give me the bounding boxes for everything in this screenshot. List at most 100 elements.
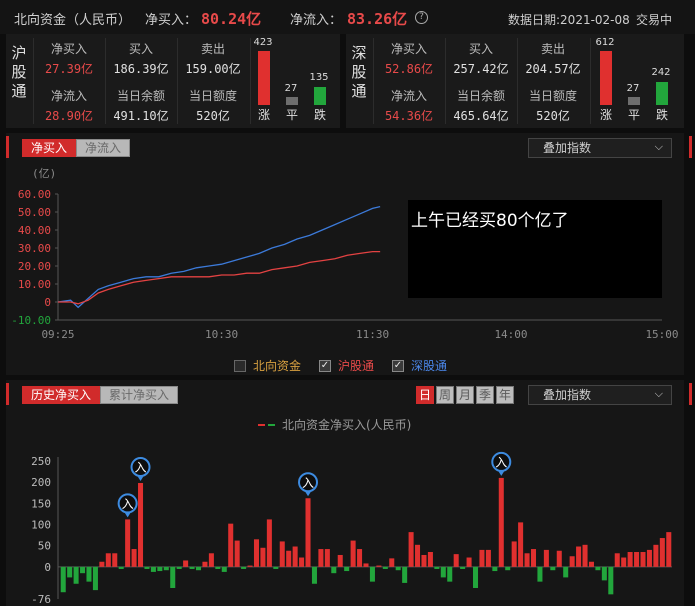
history-bar[interactable]: [556, 550, 562, 567]
history-bar[interactable]: [646, 549, 652, 567]
history-bar[interactable]: [395, 566, 401, 571]
history-bar[interactable]: [144, 566, 150, 569]
legend-north[interactable]: 北向资金: [234, 357, 301, 374]
history-bar[interactable]: [337, 554, 343, 567]
history-bar[interactable]: [563, 566, 569, 578]
history-bar[interactable]: [67, 566, 73, 578]
legend-sz-checkbox[interactable]: ✓: [392, 359, 404, 372]
inflow-marker-icon[interactable]: 入: [130, 457, 151, 482]
history-bar[interactable]: [363, 563, 369, 567]
history-bar[interactable]: [408, 532, 414, 567]
tab-net-inflow[interactable]: 净流入: [76, 139, 131, 157]
history-bar[interactable]: [524, 553, 530, 567]
history-bar[interactable]: [569, 556, 575, 567]
history-bar[interactable]: [357, 549, 363, 567]
history-bar[interactable]: [73, 566, 79, 584]
inflow-marker-icon[interactable]: 入: [298, 472, 319, 497]
history-bar[interactable]: [382, 566, 388, 569]
history-bar[interactable]: [537, 566, 543, 582]
history-bar[interactable]: [479, 549, 485, 567]
history-bar[interactable]: [260, 547, 266, 567]
history-bar[interactable]: [440, 566, 446, 578]
history-bar[interactable]: [460, 566, 466, 569]
history-bar[interactable]: [601, 566, 607, 581]
history-bar[interactable]: [614, 553, 620, 567]
period-quarter[interactable]: 季: [476, 386, 494, 404]
history-bar[interactable]: [485, 549, 491, 567]
inflow-marker-icon[interactable]: 入: [117, 493, 138, 518]
history-bar[interactable]: [208, 553, 214, 567]
history-bar[interactable]: [292, 546, 298, 567]
tab-cumulative-net-buy[interactable]: 累计净买入: [100, 386, 179, 404]
history-bar[interactable]: [511, 541, 517, 567]
period-week[interactable]: 周: [436, 386, 454, 404]
history-bar[interactable]: [92, 566, 98, 591]
history-bar[interactable]: [189, 566, 195, 569]
history-bar[interactable]: [344, 566, 350, 572]
history-bar[interactable]: [588, 561, 594, 567]
history-bar[interactable]: [666, 532, 672, 567]
history-bar[interactable]: [247, 565, 253, 567]
history-bar[interactable]: [253, 539, 259, 567]
history-bar[interactable]: [202, 561, 208, 567]
history-bar[interactable]: [305, 498, 311, 567]
history-bar[interactable]: [131, 549, 137, 567]
history-bar[interactable]: [530, 549, 537, 567]
legend-north-checkbox[interactable]: [234, 359, 246, 372]
history-bar[interactable]: [215, 566, 221, 569]
history-bar[interactable]: [299, 557, 305, 567]
overlay-index-dropdown[interactable]: 叠加指数 ⌵: [528, 138, 672, 158]
legend-sh-checkbox[interactable]: ✓: [319, 359, 331, 372]
help-icon[interactable]: ?: [415, 11, 428, 24]
history-bar[interactable]: [621, 557, 627, 567]
history-bar[interactable]: [241, 566, 247, 569]
history-bar[interactable]: [80, 566, 86, 574]
history-bar[interactable]: [453, 554, 459, 567]
history-bar[interactable]: [266, 519, 272, 567]
history-bar[interactable]: [112, 553, 118, 567]
history-overlay-index-dropdown[interactable]: 叠加指数 ⌵: [528, 385, 672, 405]
history-bar[interactable]: [427, 552, 433, 567]
history-bar[interactable]: [60, 566, 66, 593]
history-bar[interactable]: [492, 566, 498, 572]
period-month[interactable]: 月: [456, 386, 474, 404]
history-bar[interactable]: [582, 544, 588, 567]
period-year[interactable]: 年: [496, 386, 514, 404]
history-bar[interactable]: [279, 541, 285, 567]
history-bar[interactable]: [543, 549, 549, 567]
history-bar[interactable]: [195, 566, 202, 571]
history-bar[interactable]: [498, 477, 504, 567]
history-bar[interactable]: [170, 566, 176, 588]
history-bar[interactable]: [118, 566, 124, 569]
history-bar[interactable]: [318, 549, 324, 567]
history-bar[interactable]: [183, 560, 189, 567]
history-bar[interactable]: [640, 552, 646, 567]
period-day[interactable]: 日: [416, 386, 434, 404]
history-bar[interactable]: [150, 566, 156, 572]
history-bar[interactable]: [163, 566, 169, 571]
legend-sz[interactable]: ✓ 深股通: [392, 357, 447, 374]
history-bar[interactable]: [653, 544, 659, 567]
tab-net-buy[interactable]: 净买入: [22, 139, 77, 157]
history-bar[interactable]: [415, 544, 421, 567]
history-bar[interactable]: [157, 566, 163, 572]
history-bar[interactable]: [331, 566, 337, 574]
history-bar[interactable]: [234, 540, 240, 567]
history-bar[interactable]: [421, 554, 427, 567]
history-bar[interactable]: [324, 549, 330, 567]
history-bar[interactable]: [595, 566, 601, 571]
history-bar[interactable]: [550, 566, 556, 571]
history-bar[interactable]: [369, 566, 375, 582]
inflow-marker-icon[interactable]: 入: [491, 451, 512, 476]
history-bar[interactable]: [228, 523, 234, 567]
history-bar[interactable]: [125, 519, 131, 567]
history-bar[interactable]: [105, 553, 111, 567]
history-bar[interactable]: [402, 566, 408, 583]
history-bar[interactable]: [86, 566, 92, 582]
history-bar[interactable]: [434, 566, 440, 569]
history-bar[interactable]: [376, 565, 382, 567]
history-bar[interactable]: [608, 566, 614, 595]
history-bar[interactable]: [311, 566, 317, 584]
history-bar[interactable]: [138, 483, 144, 567]
history-bar[interactable]: [576, 546, 582, 567]
